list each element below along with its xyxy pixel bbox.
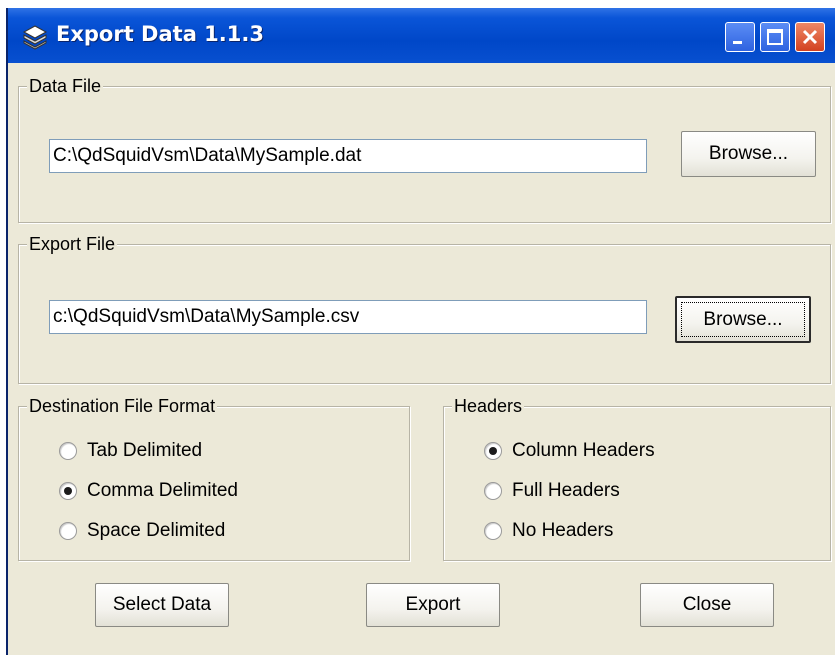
close-window-button[interactable] bbox=[795, 22, 825, 52]
close-label: Close bbox=[682, 594, 732, 615]
minimize-icon bbox=[733, 41, 742, 44]
select-data-button[interactable]: Select Data bbox=[95, 583, 229, 627]
radio-tab-delimited[interactable]: Tab Delimited bbox=[59, 440, 259, 464]
radio-label: Tab Delimited bbox=[87, 440, 203, 461]
radio-button-selected[interactable] bbox=[484, 442, 502, 460]
export-label: Export bbox=[405, 594, 461, 615]
export-file-group: Export File c:\QdSquidVsm\Data\MySample.… bbox=[18, 234, 831, 384]
data-file-group: Data File C:\QdSquidVsm\Data\MySample.da… bbox=[18, 76, 831, 223]
export-button[interactable]: Export bbox=[366, 583, 500, 627]
data-file-group-label: Data File bbox=[27, 76, 104, 96]
radio-label: Column Headers bbox=[512, 440, 655, 461]
data-file-path-input[interactable]: C:\QdSquidVsm\Data\MySample.dat bbox=[49, 139, 647, 173]
select-data-label: Select Data bbox=[112, 594, 212, 615]
radio-label: Full Headers bbox=[512, 480, 620, 501]
maximize-icon bbox=[767, 29, 783, 45]
destination-format-group-label: Destination File Format bbox=[27, 396, 218, 416]
app-icon bbox=[22, 25, 48, 50]
radio-full-headers[interactable]: Full Headers bbox=[484, 480, 684, 504]
close-icon bbox=[802, 29, 818, 45]
headers-group-label: Headers bbox=[452, 396, 525, 416]
export-data-window: Export Data 1.1.3 Data File C:\QdSquidVs… bbox=[6, 8, 835, 655]
destination-format-group: Destination File Format Tab Delimited Co… bbox=[18, 396, 410, 561]
radio-button[interactable] bbox=[484, 522, 502, 540]
data-file-browse-button[interactable]: Browse... bbox=[681, 131, 816, 177]
radio-button-selected[interactable] bbox=[59, 482, 77, 500]
window-title: Export Data 1.1.3 bbox=[56, 22, 264, 46]
radio-label: No Headers bbox=[512, 520, 614, 541]
minimize-button[interactable] bbox=[725, 22, 755, 52]
export-file-browse-button[interactable]: Browse... bbox=[675, 296, 811, 343]
export-file-group-label: Export File bbox=[27, 234, 118, 254]
radio-label: Comma Delimited bbox=[87, 480, 238, 501]
radio-button[interactable] bbox=[59, 522, 77, 540]
focus-indicator bbox=[681, 302, 805, 337]
radio-column-headers[interactable]: Column Headers bbox=[484, 440, 704, 464]
export-file-path-input[interactable]: c:\QdSquidVsm\Data\MySample.csv bbox=[49, 300, 647, 334]
radio-label: Space Delimited bbox=[87, 520, 226, 541]
radio-button[interactable] bbox=[484, 482, 502, 500]
close-button[interactable]: Close bbox=[640, 583, 774, 627]
maximize-button[interactable] bbox=[760, 22, 790, 52]
radio-space-delimited[interactable]: Space Delimited bbox=[59, 520, 279, 544]
radio-button[interactable] bbox=[59, 442, 77, 460]
radio-comma-delimited[interactable]: Comma Delimited bbox=[59, 480, 279, 504]
radio-no-headers[interactable]: No Headers bbox=[484, 520, 684, 544]
headers-group: Headers Column Headers Full Headers No H… bbox=[443, 396, 831, 561]
data-file-browse-label: Browse... bbox=[708, 143, 789, 164]
title-bar[interactable]: Export Data 1.1.3 bbox=[8, 8, 835, 63]
